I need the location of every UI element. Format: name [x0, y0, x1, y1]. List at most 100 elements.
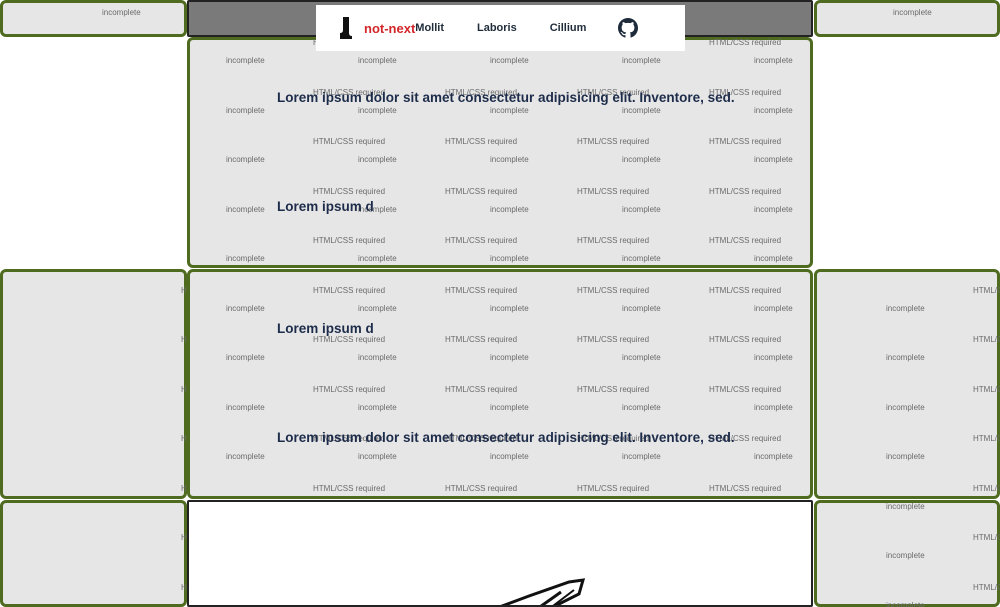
watermark-required: HTML/CSS required [313, 335, 386, 344]
watermark-incomplete: incomplete [490, 204, 529, 214]
watermark-incomplete: incomplete [226, 155, 265, 164]
watermark-required: HTML/CSS required [445, 285, 518, 295]
watermark-required: HTML/CSS required [973, 384, 1000, 394]
nav-link-mollit[interactable]: Mollit [415, 22, 444, 34]
watermark-incomplete: incomplete [886, 402, 925, 412]
watermark-clip: incomplete HTML/CSS required incomplete HTM… [187, 37, 813, 268]
watermark-incomplete: incomplete [754, 204, 793, 214]
watermark-required: HTML/CSS required [445, 335, 518, 344]
hero-heading-short: Lorem ipsum d [277, 199, 374, 214]
watermark-incomplete: incomplete [226, 452, 265, 461]
watermark-incomplete: incomplete [226, 56, 265, 65]
watermark-incomplete: incomplete [358, 56, 397, 65]
watermark-incomplete: incomplete [886, 452, 925, 461]
watermark-incomplete: incomplete [622, 452, 661, 461]
watermark-required: HTML/CSS required [181, 582, 187, 592]
watermark-incomplete: incomplete [226, 303, 265, 313]
nav-link-laboris[interactable]: Laboris [477, 22, 517, 34]
watermark-incomplete: incomplete [886, 600, 925, 607]
watermark-required: HTML/CSS required [973, 533, 1000, 542]
watermark-incomplete: incomplete [622, 204, 661, 214]
watermark-incomplete: incomplete [358, 402, 397, 412]
watermark-incomplete: incomplete [490, 402, 529, 412]
watermark-required: HTML/CSS required [709, 236, 782, 245]
watermark-required: HTML/CSS required [313, 236, 386, 245]
watermark-required: HTML/CSS required [577, 186, 650, 196]
watermark-required: HTML/CSS required [577, 236, 650, 245]
watermark-required: HTML/CSS required [709, 483, 782, 493]
watermark-incomplete: incomplete [622, 402, 661, 412]
watermark-incomplete: incomplete [754, 254, 793, 263]
watermark-required: HTML/CSS required [709, 137, 782, 146]
hero-heading-long: Lorem ipsum dolor sit amet consectetur a… [277, 90, 735, 105]
watermark-required: HTML/CSS required [313, 483, 386, 493]
watermark-incomplete: incomplete [358, 353, 397, 362]
watermark-required: HTML/CSS required [577, 137, 650, 146]
mid-heading-short: Lorem ipsum d [277, 321, 374, 336]
watermark-required: HTML/CSS required [973, 285, 1000, 295]
watermark-incomplete: incomplete [622, 254, 661, 263]
watermark-incomplete: incomplete [886, 353, 925, 362]
watermark-required: HTML/CSS required [445, 186, 518, 196]
watermark-incomplete: incomplete [754, 353, 793, 362]
watermark-required: HTML/CSS required [973, 434, 1000, 443]
watermark-incomplete: incomplete [490, 254, 529, 263]
mid-heading-long: Lorem ipsum dolor sit amet consectetur a… [277, 430, 735, 445]
watermark-required: HTML/CSS required [181, 533, 187, 542]
watermark-incomplete: incomplete [622, 155, 661, 164]
watermark-incomplete: incomplete [754, 105, 793, 115]
brand-name[interactable]: not-next [364, 21, 415, 36]
watermark-required: HTML/CSS required [973, 335, 1000, 344]
watermark-clip: HTML/CSS requiredHTML/CSS requiredHTML/C… [0, 500, 187, 607]
watermark-required: HTML/CSS required [445, 483, 518, 493]
watermark-required: HTML/CSS required [709, 384, 782, 394]
watermark-required: HTML/CSS required [445, 236, 518, 245]
watermark-incomplete: incomplete [622, 56, 661, 65]
watermark-incomplete: incomplete [490, 105, 529, 115]
watermark-required: HTML/CSS required [577, 384, 650, 394]
watermark-incomplete: incomplete [358, 155, 397, 164]
watermark-required: HTML/CSS required [709, 285, 782, 295]
watermark-required: HTML/CSS required [973, 582, 1000, 592]
watermark-incomplete: incomplete [226, 254, 265, 263]
github-icon[interactable] [618, 18, 639, 38]
watermark-clip: incomplete incomplete incomplete incomplete… [814, 269, 1000, 499]
watermark-incomplete: incomplete [622, 105, 661, 115]
watermark-required: HTML/CSS required [445, 384, 518, 394]
watermark-incomplete: incomplete [490, 303, 529, 313]
nav-link-cillium[interactable]: Cillium [550, 22, 587, 34]
watermark-required: HTML/CSS required [709, 186, 782, 196]
watermark-incomplete: incomplete [490, 452, 529, 461]
watermark-incomplete: incomplete [886, 501, 925, 511]
navbar: not-next Mollit Laboris Cillium [316, 5, 685, 51]
watermark-incomplete: incomplete [754, 402, 793, 412]
watermark-incomplete: incomplete [754, 303, 793, 313]
watermark-required: HTML/CSS required [577, 483, 650, 493]
watermark-incomplete: incomplete [893, 8, 932, 17]
watermark-incomplete: incomplete [754, 452, 793, 461]
watermark-incomplete: incomplete [754, 56, 793, 65]
watermark-required: HTML/CSS required [973, 483, 1000, 493]
watermark-required: HTML/CSS required [313, 186, 386, 196]
watermark-incomplete: incomplete [490, 155, 529, 164]
watermark-clip: incompleteincompleteincompleteincomplete… [814, 500, 1000, 607]
illustration [500, 578, 586, 605]
watermark-required: HTML/CSS required [709, 335, 782, 344]
watermark-incomplete: incomplete [490, 353, 529, 362]
watermark-clip: HTML/CSS requiredHTML/CSS requiredHTML/C… [0, 269, 187, 499]
watermark-required: HTML/CSS required [445, 137, 518, 146]
watermark-required: HTML/CSS required [709, 38, 782, 47]
boot-logo-icon[interactable] [338, 15, 358, 41]
panel-bottom-center [187, 500, 813, 607]
watermark-incomplete: incomplete [622, 353, 661, 362]
watermark-incomplete: incomplete [358, 303, 397, 313]
watermark-incomplete: incomplete [358, 452, 397, 461]
watermark-incomplete: incomplete [622, 303, 661, 313]
watermark-incomplete: incomplete [226, 353, 265, 362]
watermark-incomplete: incomplete [358, 105, 397, 115]
watermark-incomplete: incomplete [226, 105, 265, 115]
watermark-incomplete: incomplete [886, 303, 925, 313]
watermark-incomplete: incomplete [358, 254, 397, 263]
watermark-required: HTML/CSS required [577, 285, 650, 295]
watermark-required: HTML/CSS required [313, 285, 386, 295]
